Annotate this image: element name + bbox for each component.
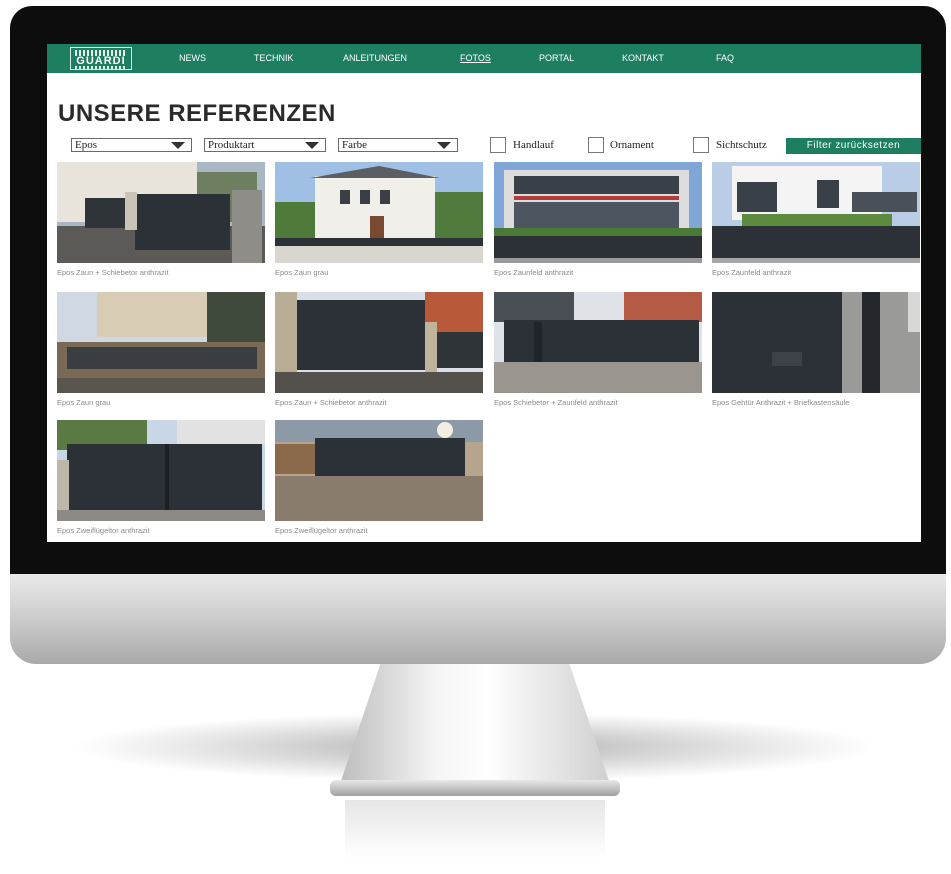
gallery-photo[interactable] — [57, 420, 265, 521]
gallery-card[interactable]: Epos Zaun grau — [275, 162, 483, 277]
gallery-card[interactable]: Epos Zaunfeld anthrazit — [494, 162, 702, 277]
gallery-photo[interactable] — [275, 420, 483, 521]
gallery-photo[interactable] — [57, 162, 265, 263]
photo-white-cube-house — [712, 162, 920, 263]
checkbox-sichtschutz-label: Sichtschutz — [716, 139, 767, 151]
monitor-foot — [330, 780, 620, 796]
nav-item-kontakt[interactable]: KONTAKT — [622, 53, 664, 63]
chevron-down-icon — [305, 142, 319, 149]
gallery-card[interactable]: Epos Zaun grau — [57, 292, 265, 407]
monitor-chin — [10, 574, 946, 664]
reset-filter-button[interactable]: Filter zurücksetzen — [786, 138, 921, 154]
gallery-photo[interactable] — [275, 162, 483, 263]
chevron-down-icon — [171, 142, 185, 149]
checkbox-handlauf[interactable] — [490, 137, 506, 153]
select-serie-value: Epos — [75, 139, 97, 151]
gallery-photo[interactable] — [712, 162, 920, 263]
gallery-caption: Epos Schiebetor + Zaunfeld anthrazit — [494, 398, 618, 407]
select-serie[interactable]: Epos — [71, 138, 192, 152]
gallery-card[interactable]: Epos Zweiflügeltor anthrazit — [275, 420, 483, 535]
photo-fence-slidegate — [57, 162, 265, 263]
checkbox-ornament[interactable] — [588, 137, 604, 153]
checkbox-ornament-label: Ornament — [610, 139, 654, 151]
gallery-caption: Epos Zaun + Schiebetor anthrazit — [57, 268, 169, 277]
gallery-card[interactable]: Epos Zaun + Schiebetor anthrazit — [57, 162, 265, 277]
photo-double-gate — [57, 420, 265, 521]
photo-double-gate-paved — [275, 420, 483, 521]
stand-reflection — [345, 800, 605, 860]
nav-item-anleitungen[interactable]: ANLEITUNGEN — [343, 53, 407, 63]
select-produktart-value: Produktart — [208, 139, 255, 151]
guardi-logo[interactable]: GUARDI — [70, 47, 132, 70]
photo-garden-door — [712, 292, 920, 393]
gallery-photo[interactable] — [494, 162, 702, 263]
gallery-caption: Epos Zaun + Schiebetor anthrazit — [275, 398, 387, 407]
nav-item-faq[interactable]: FAQ — [716, 53, 734, 63]
nav-item-fotos[interactable]: FOTOS — [460, 53, 491, 63]
photo-modern-house — [494, 162, 702, 263]
nav-item-technik[interactable]: TECHNIK — [254, 53, 294, 63]
gallery-caption: Epos Zaunfeld anthrazit — [494, 268, 574, 277]
gallery-photo[interactable] — [712, 292, 920, 393]
chevron-down-icon — [437, 142, 451, 149]
gallery-caption: Epos Zweiflügeltor anthrazit — [275, 526, 368, 535]
browser-screen: GUARDI NEWS TECHNIK ANLEITUNGEN FOTOS PO… — [47, 44, 921, 542]
gallery-caption: Epos Zaun grau — [275, 268, 329, 277]
gallery-photo[interactable] — [275, 292, 483, 393]
nav-item-portal[interactable]: PORTAL — [539, 53, 574, 63]
photo-stone-pillars-fence — [275, 292, 483, 393]
gallery-card[interactable]: Epos Zaunfeld anthrazit — [712, 162, 920, 277]
gallery-card[interactable]: Epos Gehtür Anthrazit + Briefkastensäule — [712, 292, 920, 407]
gallery-card[interactable]: Epos Zweiflügeltor anthrazit — [57, 420, 265, 535]
logo-fence-base — [75, 66, 127, 69]
checkbox-handlauf-label: Handlauf — [513, 139, 554, 151]
photo-villa-fence — [275, 162, 483, 263]
gallery-caption: Epos Gehtür Anthrazit + Briefkastensäule — [712, 398, 850, 407]
gallery-card[interactable]: Epos Zaun + Schiebetor anthrazit — [275, 292, 483, 407]
monitor-stand — [340, 664, 610, 784]
gallery-caption: Epos Zaun grau — [57, 398, 111, 407]
gallery-caption: Epos Zaunfeld anthrazit — [712, 268, 792, 277]
page-title: UNSERE REFERENZEN — [58, 100, 336, 127]
gallery-photo[interactable] — [57, 292, 265, 393]
photo-slidegate-field — [494, 292, 702, 393]
gallery-card[interactable]: Epos Schiebetor + Zaunfeld anthrazit — [494, 292, 702, 407]
nav-item-news[interactable]: NEWS — [179, 53, 206, 63]
top-navigation: GUARDI NEWS TECHNIK ANLEITUNGEN FOTOS PO… — [47, 44, 921, 73]
gallery-photo[interactable] — [494, 292, 702, 393]
select-farbe[interactable]: Farbe — [338, 138, 458, 152]
select-produktart[interactable]: Produktart — [204, 138, 326, 152]
select-farbe-value: Farbe — [342, 139, 368, 151]
gallery-caption: Epos Zweiflügeltor anthrazit — [57, 526, 150, 535]
checkbox-sichtschutz[interactable] — [693, 137, 709, 153]
photo-terrace-fence — [57, 292, 265, 393]
